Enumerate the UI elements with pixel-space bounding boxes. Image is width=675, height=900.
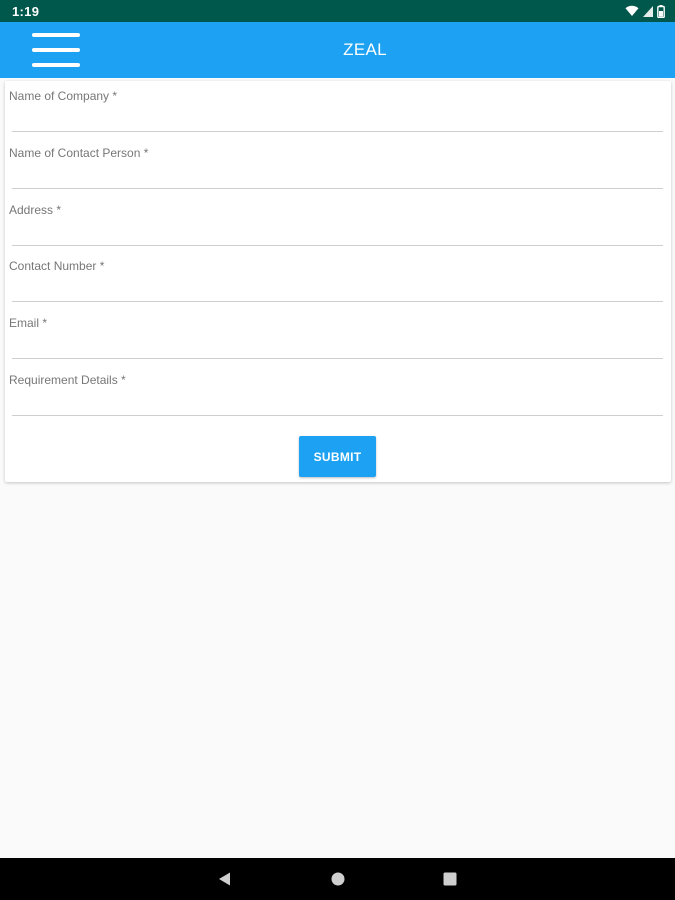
contact-number-input[interactable]: [12, 275, 663, 302]
app-title: ZEAL: [343, 40, 387, 59]
status-bar: 1:19: [0, 0, 675, 22]
address-label: Address *: [9, 203, 62, 217]
email-field: Email *: [5, 308, 671, 365]
contact-person-input[interactable]: [12, 162, 663, 189]
home-icon[interactable]: [329, 870, 347, 888]
battery-icon: [657, 4, 665, 18]
address-field: Address *: [5, 195, 671, 252]
recents-icon[interactable]: [441, 870, 459, 888]
contact-person-field: Name of Contact Person *: [5, 138, 671, 195]
contact-person-label: Name of Contact Person *: [9, 146, 149, 160]
company-name-input[interactable]: [12, 105, 663, 132]
back-icon[interactable]: [216, 870, 234, 888]
wifi-icon: [625, 5, 639, 17]
email-label: Email *: [9, 316, 48, 330]
email-input[interactable]: [12, 332, 663, 359]
status-time: 1:19: [12, 4, 40, 19]
requirement-details-input[interactable]: [12, 389, 663, 416]
screen: 1:19 ZEAL Name of Company * Name of Cont…: [0, 0, 675, 900]
enquiry-form-card: Name of Company * Name of Contact Person…: [5, 81, 671, 482]
requirement-details-label: Requirement Details *: [9, 373, 126, 387]
requirement-details-field: Requirement Details *: [5, 365, 671, 422]
company-name-field: Name of Company *: [5, 81, 671, 138]
company-name-label: Name of Company *: [9, 89, 118, 103]
address-input[interactable]: [12, 219, 663, 246]
app-bar: ZEAL: [0, 22, 675, 78]
contact-number-field: Contact Number *: [5, 251, 671, 308]
status-icons: [625, 4, 665, 18]
system-nav-bar: [0, 858, 675, 900]
contact-number-label: Contact Number *: [9, 259, 105, 273]
submit-button[interactable]: SUBMIT: [299, 436, 376, 477]
cell-signal-icon: [643, 5, 653, 17]
